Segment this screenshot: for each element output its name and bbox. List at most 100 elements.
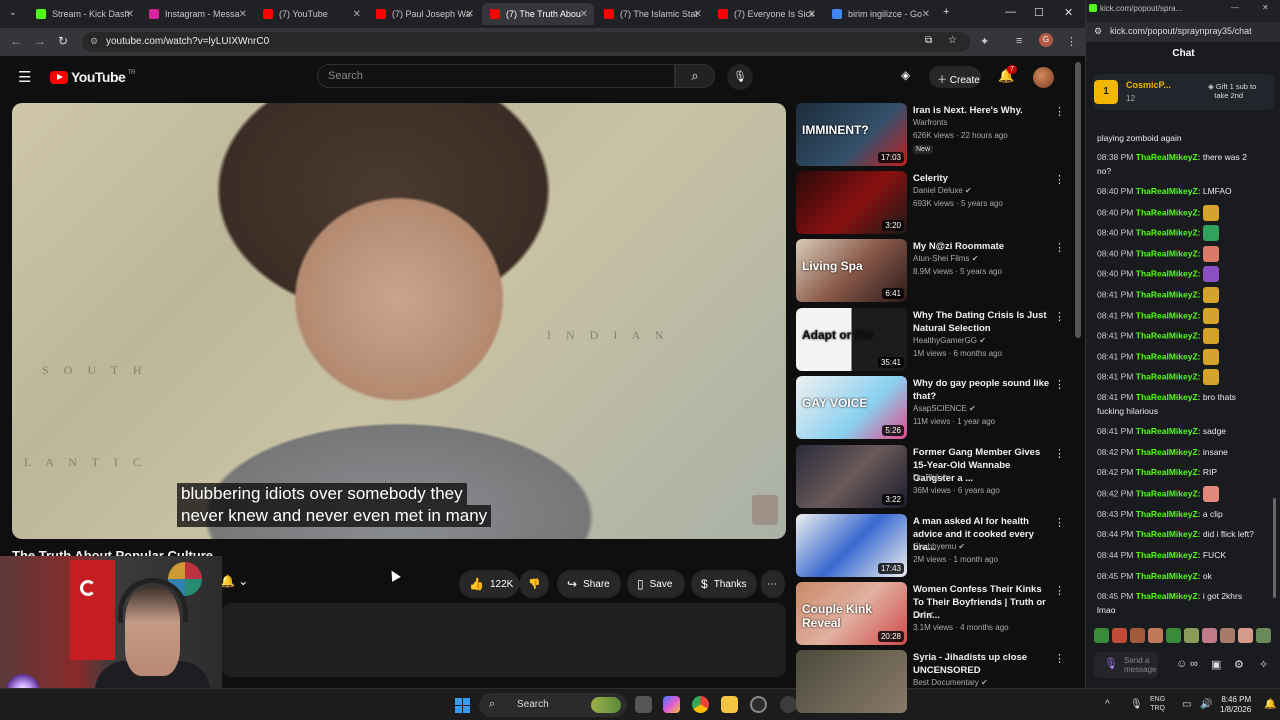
taskbar-search[interactable]: ⌕ Search bbox=[479, 693, 627, 717]
video-title-link[interactable]: Iran is Next. Here's Why. bbox=[913, 104, 1053, 117]
kick-url-bar[interactable]: ⚙ kick.com/popout/spraynpray35/chat bbox=[1086, 22, 1280, 42]
chat-emote[interactable] bbox=[1202, 287, 1219, 303]
hamburger-menu-icon[interactable]: ☰ bbox=[18, 68, 31, 86]
like-button[interactable]: 👍 122K bbox=[459, 570, 519, 598]
channel-watermark[interactable] bbox=[752, 495, 778, 525]
chat-username[interactable]: ThaRealMikeyZ: bbox=[1136, 152, 1201, 162]
account-avatar[interactable] bbox=[1033, 67, 1054, 88]
video-menu-icon[interactable]: ⋮ bbox=[1054, 516, 1065, 529]
chat-username[interactable]: ThaRealMikeyZ: bbox=[1136, 488, 1201, 498]
chat-username[interactable]: ThaRealMikeyZ: bbox=[1136, 330, 1201, 340]
bookmark-star-icon[interactable]: ☆ bbox=[948, 35, 957, 46]
notification-center-icon[interactable]: 🔔 bbox=[1264, 699, 1276, 710]
subscription-bell-icon[interactable]: 🔔 ⌄ bbox=[220, 574, 248, 588]
channel-name[interactable]: Cut ✔ bbox=[913, 610, 934, 619]
channel-name[interactable]: Warfronts bbox=[913, 118, 947, 127]
tab-close-icon[interactable]: ✕ bbox=[466, 9, 474, 20]
chat-emote[interactable] bbox=[1202, 266, 1219, 282]
chat-emote[interactable] bbox=[1202, 349, 1219, 365]
reload-icon[interactable]: ↻ bbox=[58, 34, 68, 48]
channel-name[interactable]: Atun-Shei Films ✔ bbox=[913, 254, 978, 263]
channel-name[interactable]: Best Documentary ✔ bbox=[913, 678, 988, 687]
chat-username[interactable]: ThaRealMikeyZ: bbox=[1136, 289, 1201, 299]
language-indicator[interactable]: ENG TRQ bbox=[1150, 695, 1165, 713]
emote-bar[interactable] bbox=[1094, 628, 1274, 644]
video-menu-icon[interactable]: ⋮ bbox=[1054, 105, 1065, 118]
video-menu-icon[interactable]: ⋮ bbox=[1054, 584, 1065, 597]
chrome-menu-icon[interactable]: ⋮ bbox=[1066, 35, 1077, 48]
chat-username[interactable]: ThaRealMikeyZ: bbox=[1136, 426, 1201, 436]
tab-search-icon[interactable]: ⌄ bbox=[9, 7, 17, 18]
cast-icon[interactable]: ◈ bbox=[901, 68, 910, 82]
video-thumbnail[interactable]: 3:20 bbox=[796, 171, 907, 234]
install-app-icon[interactable]: ⧉ bbox=[925, 35, 932, 46]
media-control-icon[interactable]: ≡ bbox=[1016, 35, 1022, 47]
profile-avatar[interactable]: G bbox=[1039, 33, 1053, 47]
video-title-link[interactable]: Why The Dating Crisis Is Just Natural Se… bbox=[913, 309, 1053, 335]
chat-emote[interactable] bbox=[1202, 308, 1219, 324]
channel-name[interactable]: Chubbyemu ✔ bbox=[913, 542, 965, 551]
chat-username[interactable]: ThaRealMikeyZ: bbox=[1136, 529, 1201, 539]
chat-username[interactable]: ThaRealMikeyZ: bbox=[1136, 447, 1201, 457]
video-menu-icon[interactable]: ⋮ bbox=[1054, 241, 1065, 254]
kick-minimize-icon[interactable]: — bbox=[1231, 3, 1239, 12]
video-title-link[interactable]: Why do gay people sound like that? bbox=[913, 377, 1053, 403]
description-box[interactable] bbox=[222, 603, 786, 677]
emoji-icon[interactable]: ☺ bbox=[1176, 658, 1187, 670]
video-title-link[interactable]: Celerity bbox=[913, 172, 1053, 185]
recommended-video[interactable]: 3:20 Celerity Daniel Deluxe ✔ 693K views · … bbox=[796, 171, 1076, 235]
save-button[interactable]: ▯ Save bbox=[627, 570, 685, 598]
tab-close-icon[interactable]: ✕ bbox=[580, 9, 588, 20]
channel-name[interactable]: Dr. Phil ✔ bbox=[913, 473, 948, 482]
youtube-logo[interactable]: YouTube TR bbox=[50, 69, 135, 85]
network-icon[interactable]: ▭ bbox=[1182, 699, 1191, 710]
browser-tab[interactable]: birim ingilizce - Go ✕ bbox=[824, 3, 936, 25]
kick-close-icon[interactable]: ✕ bbox=[1262, 3, 1269, 12]
recommended-video[interactable]: 17:43 A man asked AI for health advice an… bbox=[796, 514, 1076, 578]
chat-username[interactable]: ThaRealMikeyZ: bbox=[1136, 509, 1201, 519]
browser-tab[interactable]: (7) The Truth Abou ✕ bbox=[482, 3, 594, 25]
tab-close-icon[interactable]: ✕ bbox=[353, 9, 361, 20]
address-bar[interactable]: ⚙ youtube.com/watch?v=lyLUIXWnrC0 ⧉ ☆ bbox=[82, 32, 970, 52]
recommended-video[interactable]: IMMINENT? 17:03 Iran is Next. Here's Why. W… bbox=[796, 103, 1076, 167]
chat-username[interactable]: ThaRealMikeyZ: bbox=[1136, 227, 1201, 237]
share-button[interactable]: ↪ Share bbox=[557, 570, 621, 598]
chat-username[interactable]: ThaRealMikeyZ: bbox=[1136, 591, 1201, 601]
link-icon[interactable]: ∞ bbox=[1190, 658, 1198, 670]
chat-username[interactable]: ThaRealMikeyZ: bbox=[1136, 248, 1201, 258]
extensions-icon[interactable]: ✦ bbox=[980, 35, 989, 48]
chat-username[interactable]: ThaRealMikeyZ: bbox=[1136, 186, 1201, 196]
task-view-icon[interactable] bbox=[635, 696, 652, 713]
system-clock[interactable]: 8:46 PM 1/8/2026 bbox=[1220, 695, 1251, 715]
gift-cta[interactable]: ◈ Gift 1 sub to take 2nd bbox=[1208, 82, 1256, 100]
tab-close-icon[interactable]: ✕ bbox=[808, 9, 816, 20]
video-thumbnail[interactable] bbox=[796, 650, 907, 713]
recommended-video[interactable]: GAY VOICE 5:26 Why do gay people sound lik… bbox=[796, 376, 1076, 440]
chat-emote[interactable] bbox=[1202, 225, 1219, 241]
search-input[interactable]: Search bbox=[317, 64, 675, 88]
start-button[interactable] bbox=[455, 698, 470, 713]
chat-emote[interactable] bbox=[1202, 486, 1219, 502]
video-thumbnail[interactable]: 3:22 bbox=[796, 445, 907, 508]
browser-tab[interactable]: Stream - Kick Dash ✕ bbox=[28, 3, 140, 25]
volume-icon[interactable]: 🔊 bbox=[1200, 699, 1212, 710]
tab-close-icon[interactable]: ✕ bbox=[922, 9, 930, 20]
forward-icon[interactable]: → bbox=[34, 34, 46, 48]
video-player[interactable]: S O U T H L A N T I C I N D I A N blubbe… bbox=[12, 103, 786, 539]
recommended-video[interactable]: Living Spa 6:41 My N@zi Roommate Atun-Shei … bbox=[796, 239, 1076, 303]
video-thumbnail[interactable]: IMMINENT? 17:03 bbox=[796, 103, 907, 166]
chat-username[interactable]: ThaRealMikeyZ: bbox=[1136, 371, 1201, 381]
media-player-icon[interactable] bbox=[780, 696, 797, 713]
chrome-icon[interactable] bbox=[692, 696, 709, 713]
browser-tab[interactable]: (7) Paul Joseph Wa ✕ bbox=[368, 3, 480, 25]
site-info-icon[interactable]: ⚙ bbox=[90, 36, 98, 47]
chat-emote[interactable] bbox=[1202, 205, 1219, 221]
browser-tab[interactable]: (7) YouTube ✕ bbox=[255, 3, 367, 25]
chat-emote[interactable] bbox=[1202, 328, 1219, 344]
recommended-video[interactable]: Syria - Jihadists up close UNCENSORED Bes… bbox=[796, 650, 1076, 714]
new-tab-button[interactable]: + bbox=[943, 6, 949, 18]
browser-tab[interactable]: (7) The Islamic Stat ✕ bbox=[596, 3, 708, 25]
back-icon[interactable]: ← bbox=[10, 34, 22, 48]
file-explorer-icon[interactable] bbox=[721, 696, 738, 713]
search-button[interactable]: ⌕ bbox=[675, 64, 715, 88]
